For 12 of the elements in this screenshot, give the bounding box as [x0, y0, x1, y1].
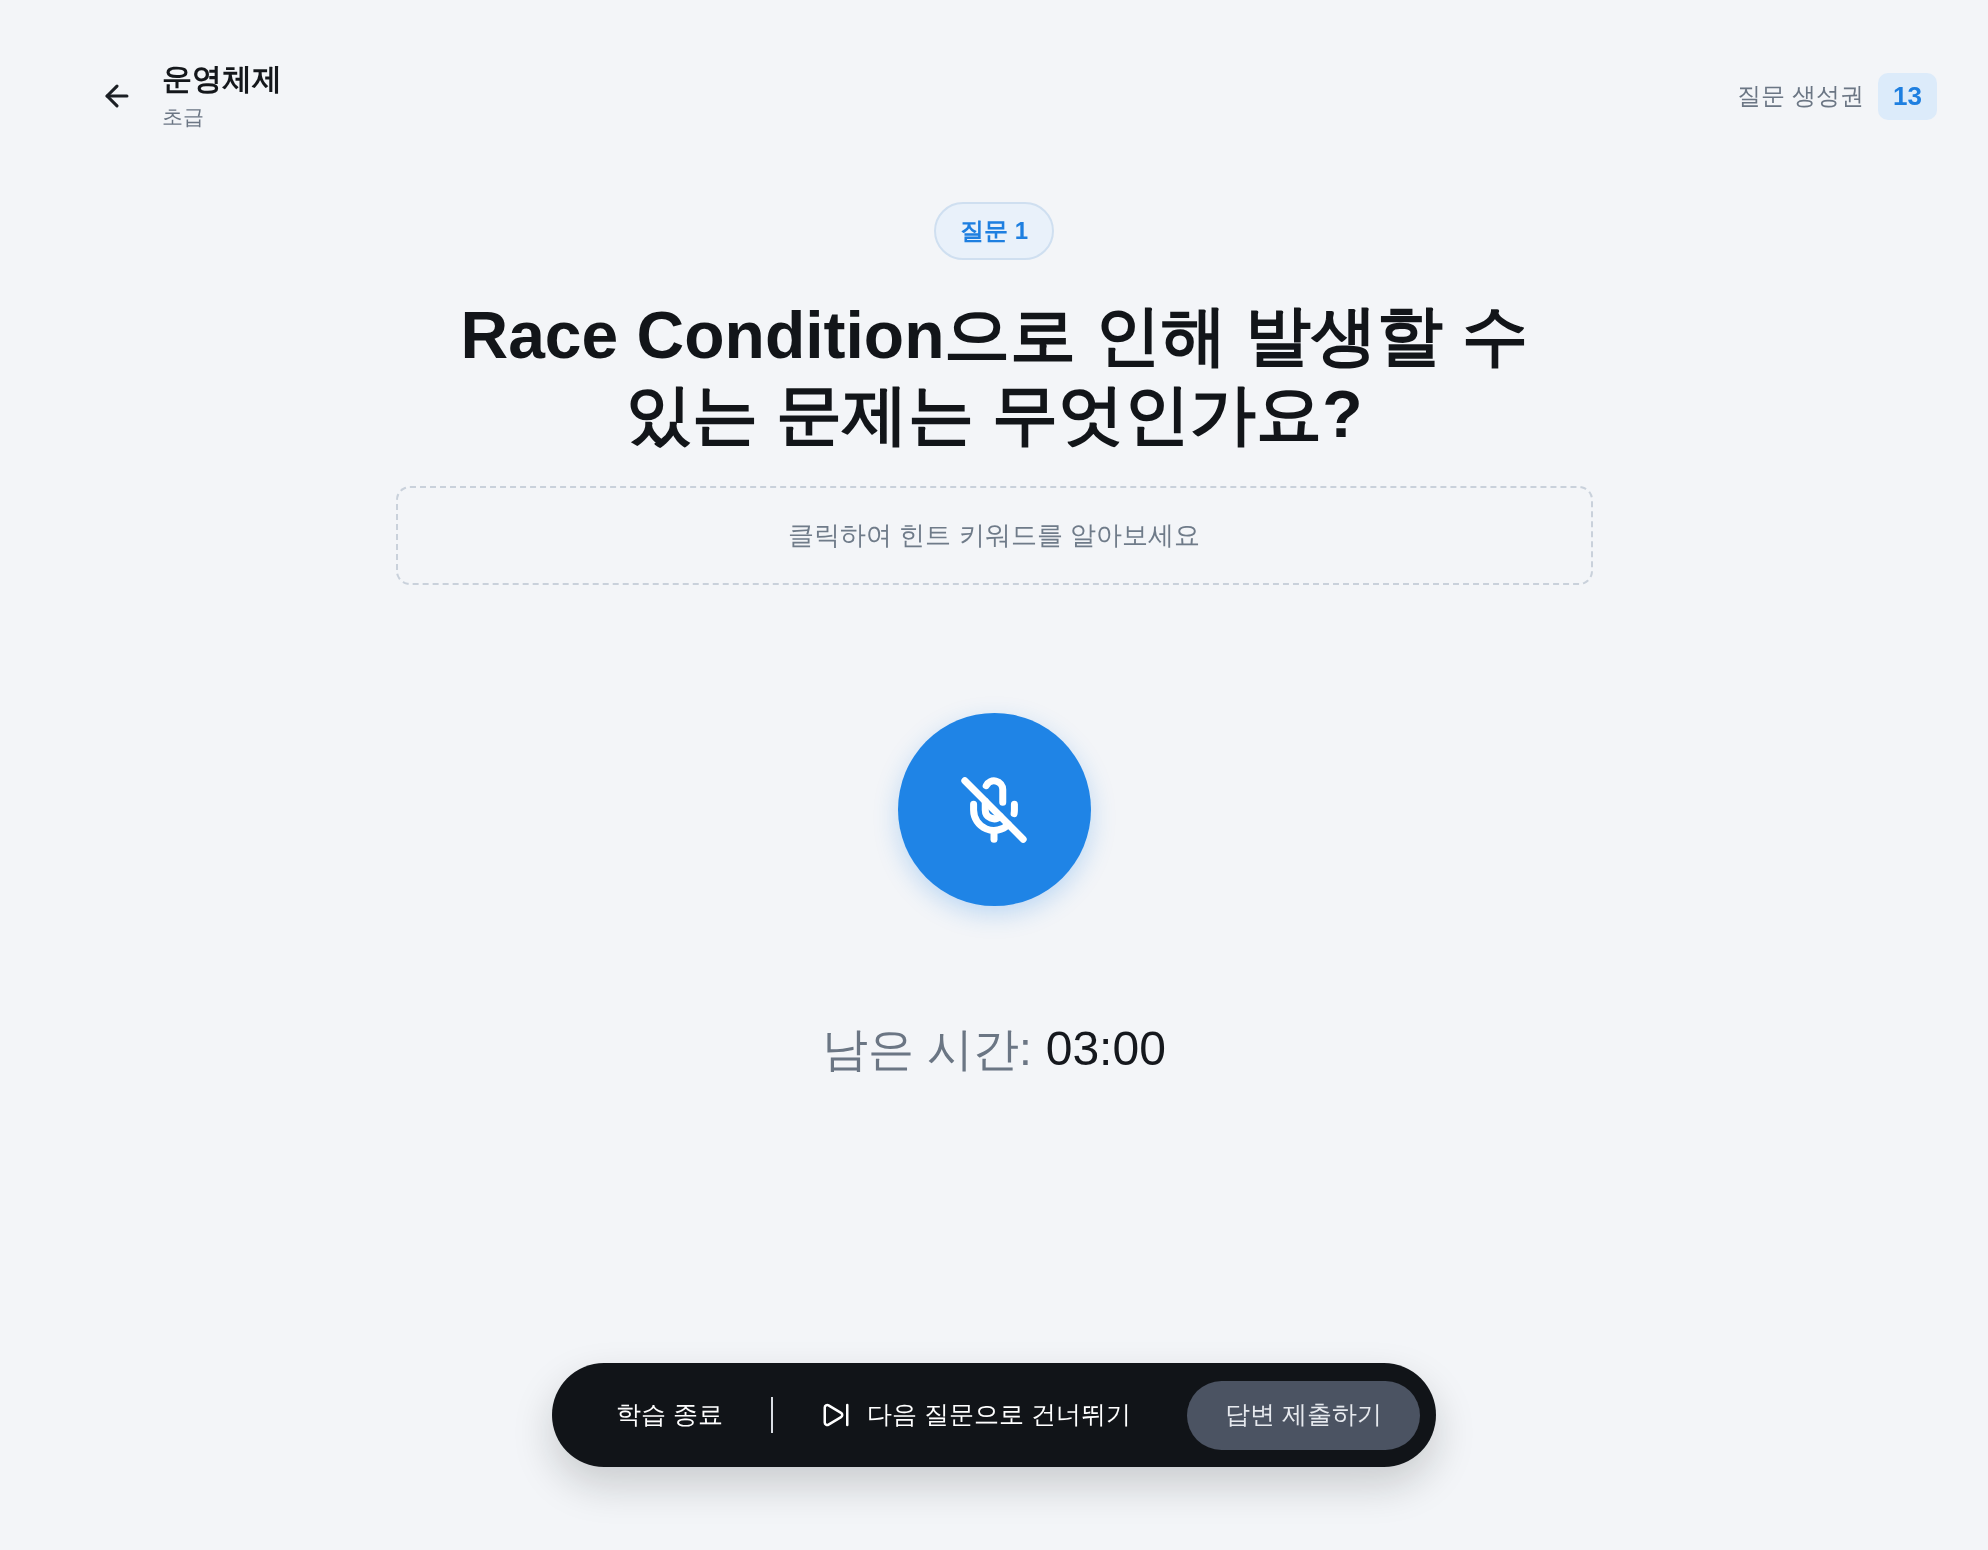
hint-button[interactable]: 클릭하여 힌트 키워드를 알아보세요: [395, 486, 1593, 585]
quota-label: 질문 생성권: [1737, 81, 1865, 111]
question-title: Race Condition으로 인해 발생할 수 있는 문제는 무엇인가요?: [459, 297, 1529, 453]
question-number-badge: 질문 1: [934, 202, 1054, 260]
skip-question-button[interactable]: 다음 질문으로 건너뛰기: [821, 1396, 1131, 1434]
quota-count: 13: [1878, 72, 1937, 120]
submit-answer-button[interactable]: 답변 제출하기: [1186, 1380, 1420, 1450]
end-study-button[interactable]: 학습 종료: [616, 1396, 724, 1434]
level-label: 초급: [162, 104, 205, 130]
timer-label: 남은 시간:: [822, 1022, 1032, 1077]
subject-title: 운영체제: [162, 61, 282, 97]
timer-value: 03:00: [1045, 1021, 1166, 1077]
